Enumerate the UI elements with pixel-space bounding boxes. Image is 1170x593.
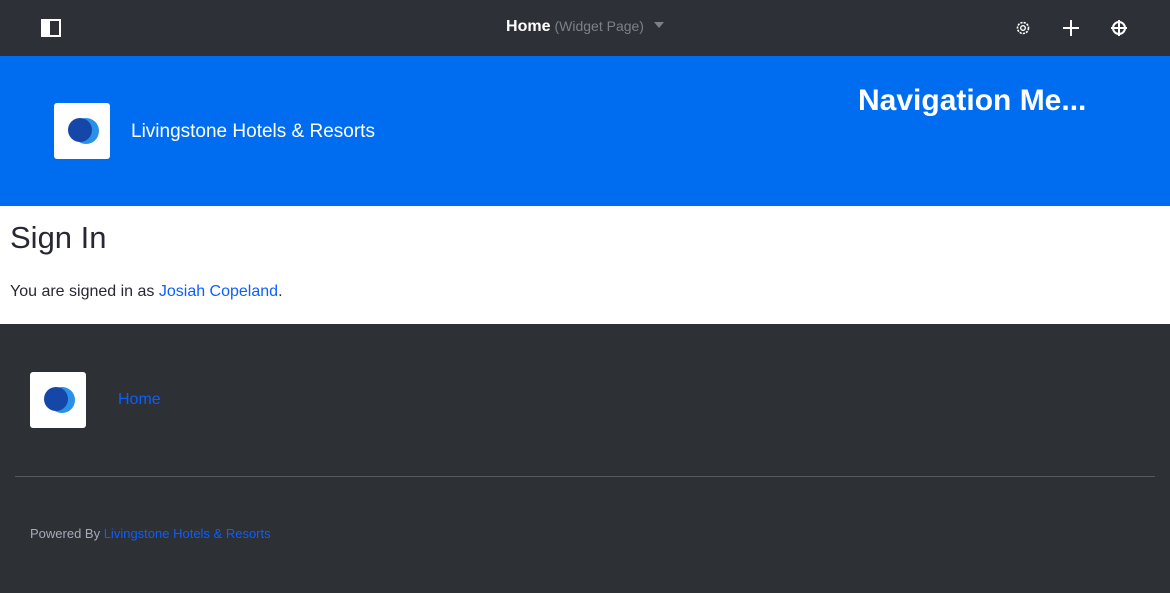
site-header: Livingstone Hotels & Resorts Navigation … xyxy=(0,56,1170,206)
page-title-area[interactable]: Home (Widget Page) xyxy=(0,18,1170,36)
signed-in-prefix: You are signed in as xyxy=(10,283,159,300)
site-name-link[interactable]: Livingstone Hotels & Resorts xyxy=(131,121,375,143)
control-menu: Home (Widget Page) xyxy=(0,0,1170,56)
powered-by-prefix: Powered By xyxy=(30,526,104,541)
chevron-down-icon[interactable] xyxy=(653,21,664,28)
page-type-label: (Widget Page) xyxy=(554,18,644,34)
page-title: Home xyxy=(506,18,551,35)
gear-icon[interactable] xyxy=(1014,19,1032,37)
powered-by-text: Powered By Livingstone Hotels & Resorts xyxy=(30,526,271,541)
user-name-link[interactable]: Josiah Copeland xyxy=(159,283,278,300)
main-content: Sign In You are signed in as Josiah Cope… xyxy=(0,206,1170,324)
plus-icon[interactable] xyxy=(1062,19,1080,37)
powered-by-link[interactable]: Livingstone Hotels & Resorts xyxy=(104,526,271,541)
site-logo[interactable] xyxy=(54,103,110,159)
target-icon[interactable] xyxy=(1110,19,1128,37)
footer-logo[interactable] xyxy=(30,372,86,428)
signed-in-message: You are signed in as Josiah Copeland. xyxy=(10,283,283,301)
navigation-menu[interactable]: Navigation Me... xyxy=(858,84,1086,118)
footer-divider xyxy=(15,476,1155,477)
sign-in-heading: Sign In xyxy=(10,220,107,255)
signed-in-suffix: . xyxy=(278,283,283,300)
site-footer: Home Powered By Livingstone Hotels & Res… xyxy=(0,324,1170,593)
footer-home-link[interactable]: Home xyxy=(118,391,161,409)
